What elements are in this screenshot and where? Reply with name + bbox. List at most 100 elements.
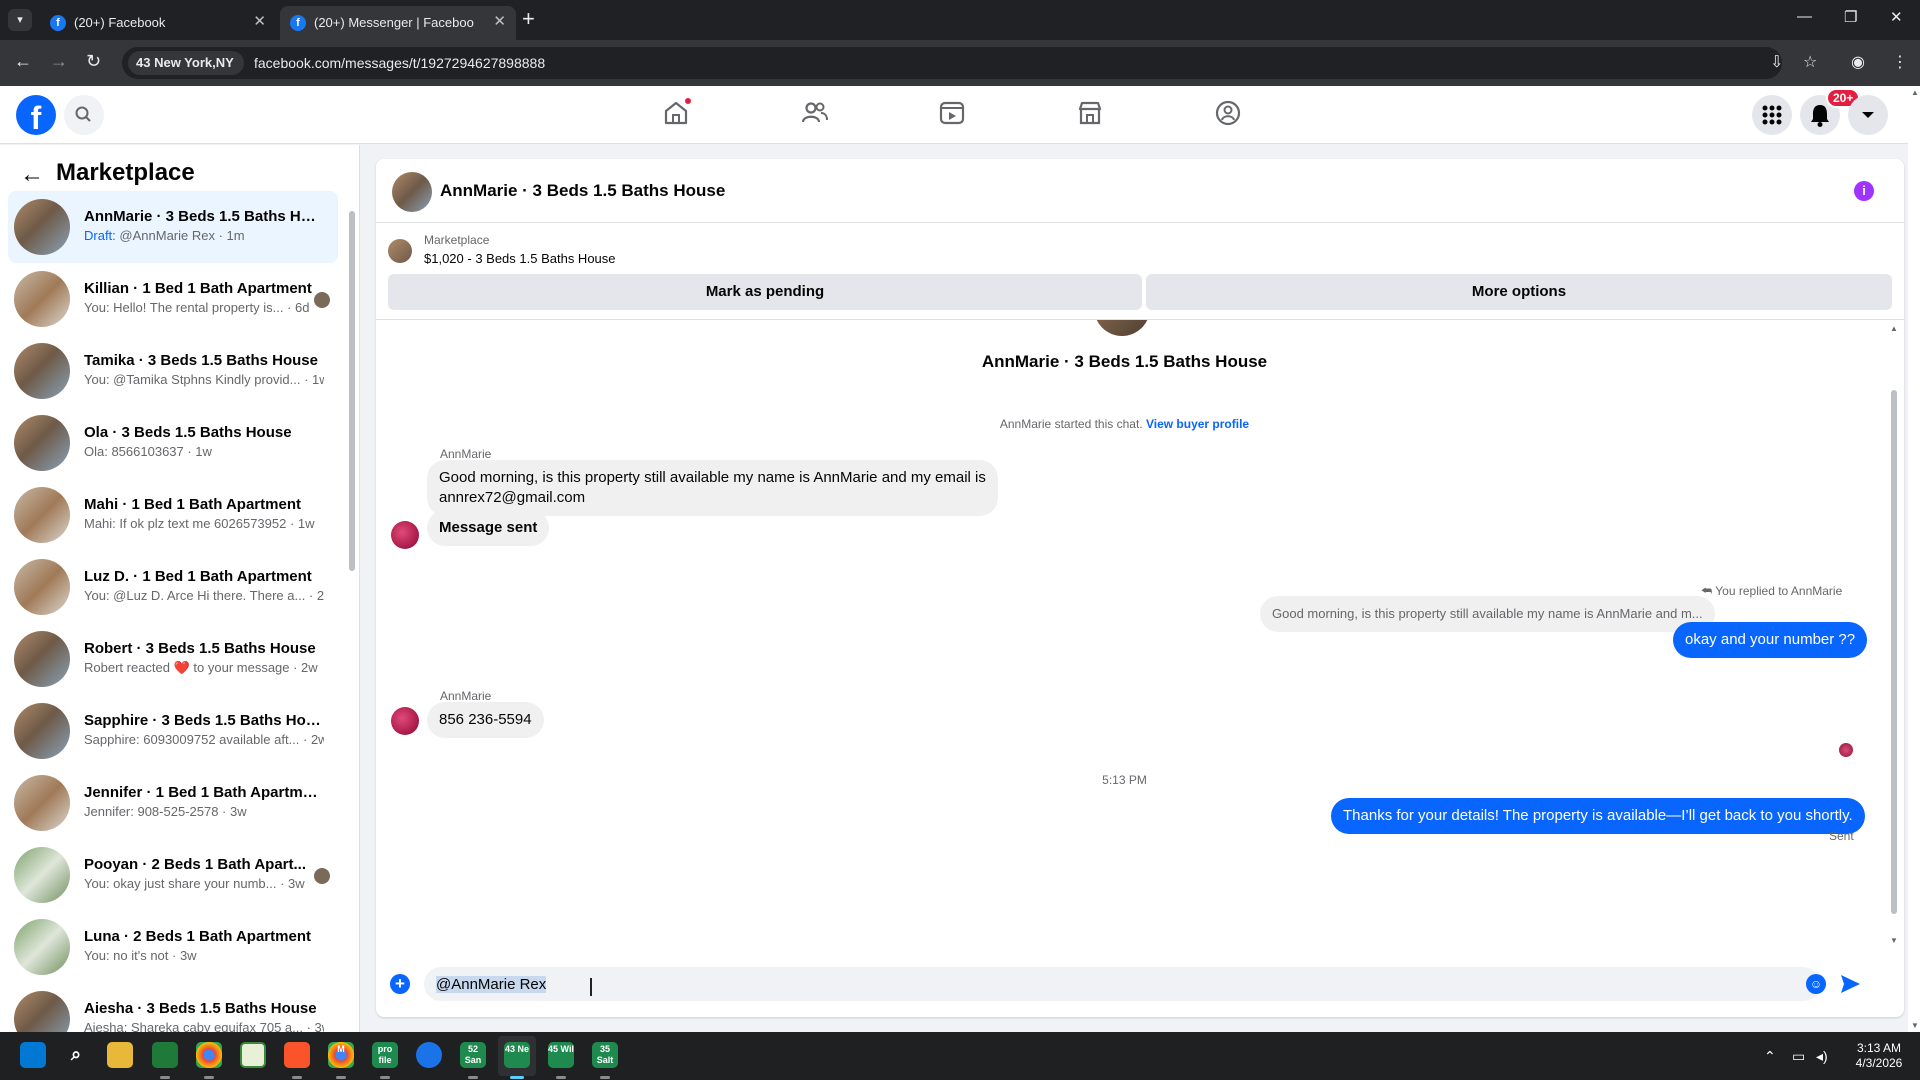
omnibox[interactable]: 43 New York,NY facebook.com/messages/t/1… [122, 47, 1782, 79]
view-buyer-profile-link[interactable]: View buyer profile [1146, 417, 1249, 431]
install-app-icon[interactable]: ⇩ [1770, 52, 1783, 72]
account-button[interactable] [1848, 95, 1888, 135]
running-indicator [600, 1076, 610, 1079]
tab-list-button[interactable]: ▾ [8, 9, 32, 31]
incoming-message[interactable]: 856 236-5594 [427, 702, 544, 738]
conversation-item[interactable]: Tamika · 3 Beds 1.5 Baths House You: @Ta… [8, 335, 338, 407]
scroll-down-icon[interactable]: ▼ [1911, 1021, 1919, 1030]
account-menu-icon [1862, 112, 1874, 118]
sender-avatar[interactable] [391, 707, 419, 735]
conversation-item[interactable]: Robert · 3 Beds 1.5 Baths House Robert r… [8, 623, 338, 695]
back-arrow-icon[interactable]: ← [20, 161, 44, 189]
conversation-name: Robert · 3 Beds 1.5 Baths House [84, 640, 316, 657]
quoted-message[interactable]: Good morning, is this property still ava… [1260, 596, 1715, 632]
outgoing-message[interactable]: Thanks for your details! The property is… [1331, 798, 1865, 834]
conversation-item[interactable]: Luz D. · 1 Bed 1 Bath Apartment You: @Lu… [8, 551, 338, 623]
conversation-item[interactable]: Aiesha · 3 Beds 1.5 Baths House Aiesha: … [8, 983, 338, 1032]
bookmark-star-icon[interactable]: ☆ [1803, 52, 1817, 72]
sidebar-scrollbar[interactable] [348, 195, 356, 1025]
new-tab-button[interactable]: + [522, 6, 535, 32]
browser-tab-facebook[interactable]: f (20+) Facebook ✕ [40, 6, 276, 40]
browser-tab-messenger[interactable]: f (20+) Messenger | Facebook ✕ [280, 6, 516, 40]
reload-icon[interactable]: ↻ [86, 51, 101, 72]
groups-icon [1215, 100, 1241, 126]
profile-app-icon[interactable]: pro file [372, 1042, 398, 1068]
page-scrollbar[interactable]: ▲ ▼ [1908, 86, 1920, 1032]
thread-scrollbar[interactable]: ▲ ▼ [1890, 324, 1898, 948]
message-thread: AnnMarie · 3 Beds 1.5 Baths House AnnMar… [376, 319, 1904, 953]
conversation-name: Tamika · 3 Beds 1.5 Baths House [84, 352, 318, 369]
site-info-chip[interactable]: 43 New York,NY [128, 51, 244, 75]
file-explorer-icon[interactable] [107, 1042, 133, 1068]
mark-as-pending-button[interactable]: Mark as pending [388, 274, 1142, 310]
incoming-message[interactable]: Good morning, is this property still ava… [427, 460, 998, 516]
sidebar-scroll-thumb[interactable] [349, 211, 355, 571]
profile-icon[interactable]: ◉ [1851, 52, 1865, 72]
conversation-item[interactable]: AnnMarie · 3 Beds 1.5 Baths Hou... Draft… [8, 191, 338, 263]
message-input[interactable] [424, 967, 1820, 1001]
search-button[interactable] [64, 95, 104, 135]
nav-marketplace[interactable] [1075, 98, 1109, 132]
system-clock[interactable]: 3:13 AM 4/3/2026 [1846, 1041, 1912, 1071]
url-text[interactable]: facebook.com/messages/t/1927294627898888 [254, 55, 545, 71]
brave-icon[interactable] [284, 1042, 310, 1068]
conversation-item[interactable]: Luna · 2 Beds 1 Bath Apartment You: no i… [8, 911, 338, 983]
scroll-up-icon[interactable]: ▲ [1890, 324, 1898, 333]
more-options-button[interactable]: More options [1146, 274, 1892, 310]
sheets-icon[interactable] [240, 1042, 266, 1068]
menu-button[interactable] [1752, 95, 1792, 135]
conversation-item[interactable]: Ola · 3 Beds 1.5 Baths House Ola: 856610… [8, 407, 338, 479]
incoming-message[interactable]: Message sent [427, 510, 550, 546]
network-icon[interactable]: ▭ [1792, 1048, 1805, 1065]
search-icon[interactable]: ⌕ [63, 1042, 89, 1068]
volume-icon[interactable]: ◂) [1816, 1048, 1828, 1065]
facebook-logo[interactable]: f [16, 95, 56, 136]
plus-icon[interactable]: + [390, 974, 410, 994]
thread-scroll-thumb[interactable] [1891, 390, 1897, 914]
sender-avatar[interactable] [391, 521, 419, 549]
nav-groups[interactable] [1213, 98, 1247, 132]
outgoing-message[interactable]: okay and your number ?? [1673, 622, 1868, 658]
nav-home[interactable] [661, 96, 695, 132]
browser-menu-icon[interactable]: ⋮ [1892, 52, 1908, 72]
conversation-name: Killian · 1 Bed 1 Bath Apartment [84, 280, 312, 297]
conversation-item[interactable]: Jennifer · 1 Bed 1 Bath Apartment Jennif… [8, 767, 338, 839]
scroll-down-icon[interactable]: ▼ [1890, 936, 1898, 945]
emoji-icon[interactable]: ☺ [1806, 974, 1826, 994]
tray-overflow-icon[interactable]: ⌃ [1764, 1048, 1776, 1065]
chat-avatar[interactable] [392, 172, 432, 212]
running-indicator [292, 1076, 302, 1079]
close-tab-icon[interactable]: ✕ [253, 12, 266, 30]
conversation-item[interactable]: Pooyan · 2 Beds 1 Bath Apart... You: oka… [8, 839, 338, 911]
forward-icon[interactable]: → [50, 51, 68, 72]
conversation-item[interactable]: Sapphire · 3 Beds 1.5 Baths House Sapphi… [8, 695, 338, 767]
nav-video[interactable] [937, 98, 971, 132]
home-notification-dot [683, 96, 693, 106]
close-tab-icon[interactable]: ✕ [493, 12, 506, 30]
conversation-snippet: Jennifer: 908-525-2578 · 3w [84, 804, 247, 819]
chrome-profile-icon[interactable]: M [328, 1042, 354, 1068]
message-input-text[interactable]: @AnnMarie Rex [436, 976, 547, 993]
app-52-san-icon[interactable]: 52 San [460, 1042, 486, 1068]
search-icon [75, 106, 91, 122]
listing-thumbnail [14, 775, 70, 831]
info-icon[interactable]: i [1854, 181, 1874, 201]
send-button[interactable] [1838, 972, 1862, 996]
chrome-icon[interactable] [196, 1042, 222, 1068]
app-35-salt-icon[interactable]: 35 Salt [592, 1042, 618, 1068]
conversation-item[interactable]: Killian · 1 Bed 1 Bath Apartment You: He… [8, 263, 338, 335]
blue-app-icon[interactable] [416, 1042, 442, 1068]
minimize-icon[interactable]: — [1797, 8, 1812, 25]
conversation-item[interactable]: Mahi · 1 Bed 1 Bath Apartment Mahi: If o… [8, 479, 338, 551]
chat-title[interactable]: AnnMarie · 3 Beds 1.5 Baths House [440, 181, 725, 201]
close-window-icon[interactable]: ✕ [1890, 8, 1903, 26]
app-oo-icon[interactable] [152, 1042, 178, 1068]
running-indicator [556, 1076, 566, 1079]
app-45-wil-icon[interactable]: 45 Wil [548, 1042, 574, 1068]
back-icon[interactable]: ← [14, 51, 32, 72]
scroll-up-icon[interactable]: ▲ [1911, 88, 1919, 97]
nav-friends[interactable] [799, 98, 833, 132]
restore-icon[interactable]: ❐ [1844, 8, 1857, 26]
app-43-ne-icon[interactable]: 43 Ne [504, 1042, 530, 1068]
start-icon[interactable] [20, 1042, 46, 1068]
